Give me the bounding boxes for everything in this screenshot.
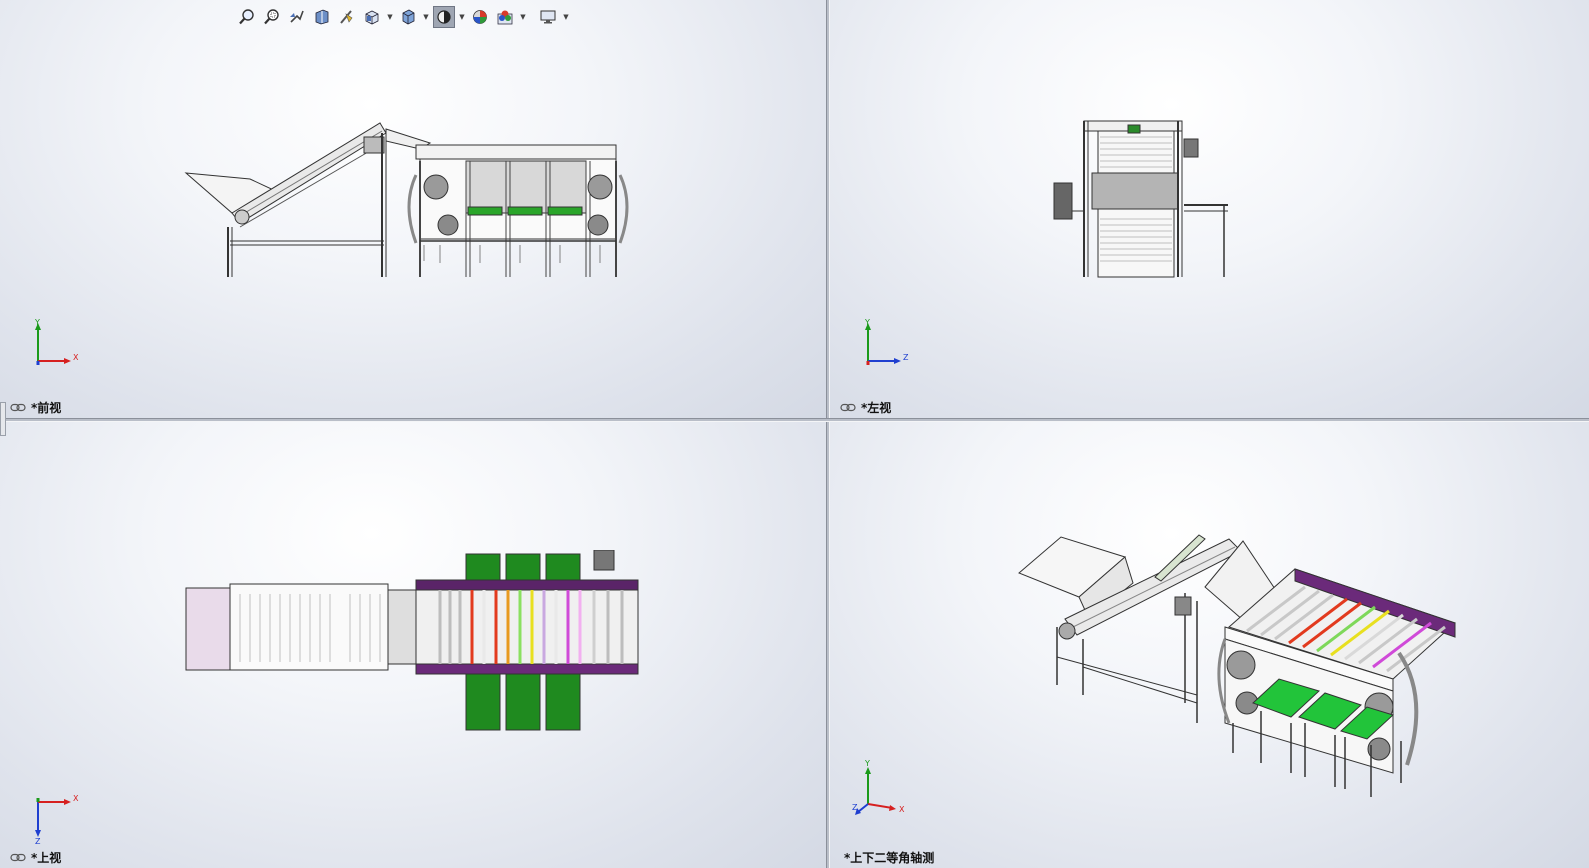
apply-scene-icon[interactable] bbox=[494, 6, 516, 28]
heads-up-view-toolbar: ▼ ▼ ▼ ▼ ▼ bbox=[236, 4, 570, 30]
model-isometric-view bbox=[1018, 534, 1456, 797]
link-views-icon[interactable] bbox=[10, 853, 26, 862]
viewport-top[interactable]: X Z *上视 bbox=[0, 422, 826, 868]
viewport-name: *前视 bbox=[31, 401, 62, 415]
axis-z-label: Z bbox=[852, 803, 858, 812]
model-left-view bbox=[1053, 120, 1228, 278]
axis-z-label: Z bbox=[903, 353, 909, 362]
view-orientation-icon[interactable] bbox=[361, 6, 383, 28]
apply-scene-dropdown-icon[interactable]: ▼ bbox=[519, 13, 527, 21]
zoom-to-area-icon[interactable] bbox=[261, 6, 283, 28]
view-settings-icon[interactable] bbox=[537, 6, 559, 28]
axis-y-label: Y bbox=[34, 318, 40, 327]
link-views-icon[interactable] bbox=[840, 403, 856, 412]
coordinate-triad-front: Y X bbox=[30, 318, 90, 374]
display-style-icon[interactable] bbox=[397, 6, 419, 28]
axis-x-label: X bbox=[73, 794, 79, 803]
link-views-icon[interactable] bbox=[10, 403, 26, 412]
viewport-label-left[interactable]: *左视 bbox=[840, 399, 891, 416]
model-front-view bbox=[184, 122, 629, 277]
view-orientation-dropdown-icon[interactable]: ▼ bbox=[386, 13, 394, 21]
coordinate-triad-top: X Z bbox=[30, 792, 90, 848]
viewport-isometric[interactable]: Y X Z *上下二等角轴测 bbox=[830, 422, 1589, 868]
viewport-name: *上下二等角轴测 bbox=[844, 851, 935, 865]
viewport-splitter-horizontal[interactable] bbox=[0, 418, 1589, 422]
display-style-dropdown-icon[interactable]: ▼ bbox=[422, 13, 430, 21]
viewport-label-top[interactable]: *上视 bbox=[10, 849, 61, 866]
axis-x-label: X bbox=[73, 353, 79, 362]
coordinate-triad-left: Y Z bbox=[860, 318, 920, 374]
edit-appearance-icon[interactable] bbox=[469, 6, 491, 28]
viewport-splitter-vertical[interactable] bbox=[826, 0, 830, 868]
panel-collapse-handle[interactable] bbox=[0, 402, 6, 436]
zoom-to-fit-icon[interactable] bbox=[236, 6, 258, 28]
viewport-name: *上视 bbox=[31, 851, 62, 865]
viewport-label-isometric[interactable]: *上下二等角轴测 bbox=[844, 849, 934, 866]
hide-show-items-icon[interactable] bbox=[433, 6, 455, 28]
axis-x-label: X bbox=[899, 805, 905, 814]
axis-z-label: Z bbox=[35, 837, 41, 846]
viewport-left[interactable]: Y Z *左视 bbox=[830, 0, 1589, 418]
axis-y-label: Y bbox=[864, 759, 870, 768]
section-view-icon[interactable] bbox=[311, 6, 333, 28]
coordinate-triad-isometric: Y X Z bbox=[852, 759, 922, 822]
hide-show-dropdown-icon[interactable]: ▼ bbox=[458, 13, 466, 21]
dynamic-annotation-icon[interactable] bbox=[336, 6, 358, 28]
viewport-front[interactable]: ▼ ▼ ▼ ▼ ▼ Y X *前视 bbox=[0, 0, 826, 418]
view-settings-dropdown-icon[interactable]: ▼ bbox=[562, 13, 570, 21]
viewport-label-front[interactable]: *前视 bbox=[10, 399, 61, 416]
model-top-view bbox=[185, 550, 639, 731]
viewport-name: *左视 bbox=[861, 401, 892, 415]
axis-y-label: Y bbox=[864, 318, 870, 327]
previous-view-icon[interactable] bbox=[286, 6, 308, 28]
